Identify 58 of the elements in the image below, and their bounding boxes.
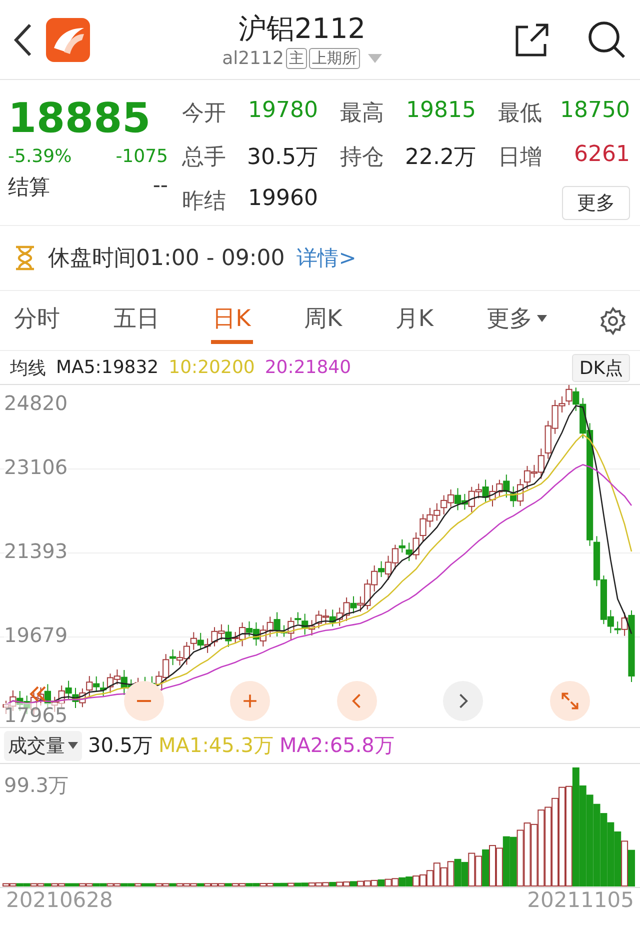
settle-label: 结算	[8, 174, 50, 201]
change-amount: -1075	[116, 146, 168, 167]
details-link[interactable]: 详情>	[296, 244, 356, 272]
back-icon[interactable]	[12, 22, 34, 56]
stat-value: 19815	[406, 98, 476, 125]
end-date: 20211105	[527, 888, 634, 912]
caret-icon	[68, 742, 78, 750]
period-tab[interactable]: 五日	[111, 297, 162, 344]
stat-value: 19780	[248, 98, 318, 125]
scroll-left-button[interactable]	[337, 681, 377, 721]
stat-value: 18750	[560, 98, 630, 125]
stat-value: 30.5万	[247, 144, 318, 172]
volume-ma-value: MA2:65.8万	[279, 732, 394, 759]
volume-ma-value: MA1:45.3万	[158, 732, 274, 759]
start-date: 20210628	[6, 888, 113, 912]
ma-value: MA5:19832	[56, 357, 159, 378]
period-tab[interactable]: 分时	[12, 297, 62, 344]
exchange-tag: 主	[286, 48, 307, 69]
hourglass-icon	[14, 245, 36, 271]
dk-button[interactable]: DK点	[572, 354, 630, 382]
period-tab[interactable]: 月K	[393, 297, 436, 344]
stat-label: 昨结	[182, 188, 226, 216]
stat-label: 最高	[340, 100, 384, 128]
break-time-text: 休盘时间01:00 - 09:00	[48, 245, 285, 273]
volume-value: 30.5万	[88, 732, 153, 759]
expand-icon	[559, 690, 581, 712]
stat-value: 6261	[574, 142, 630, 169]
stat-value: 22.2万	[405, 144, 476, 172]
contract-code: al2112	[222, 48, 284, 69]
ma-value: 10:20200	[168, 357, 255, 378]
ma-value: 20:21840	[264, 357, 352, 378]
stat-value: 19960	[248, 186, 318, 213]
app-logo-icon	[46, 18, 90, 62]
double-chevron-icon[interactable]	[28, 685, 48, 703]
indicator-selector[interactable]: 成交量	[4, 730, 82, 760]
stat-label: 日增	[498, 144, 542, 172]
more-button[interactable]: 更多	[562, 186, 630, 220]
ma-label: 均线	[10, 356, 46, 380]
settings-icon[interactable]	[598, 306, 628, 336]
stat-label: 总手	[182, 144, 226, 172]
period-tab[interactable]: 周K	[302, 297, 344, 344]
settle-value: --	[152, 173, 168, 199]
stat-label: 今开	[182, 100, 226, 128]
scroll-right-button[interactable]	[443, 681, 483, 721]
period-tab[interactable]: 日K	[210, 297, 253, 344]
last-price: 18885	[8, 93, 151, 144]
fullscreen-button[interactable]	[550, 681, 590, 721]
exchange-tag: 上期所	[308, 48, 360, 69]
stat-label: 持仓	[340, 144, 384, 172]
zoom-out-button[interactable]	[124, 681, 164, 721]
caret-icon	[536, 314, 547, 322]
share-icon[interactable]	[514, 22, 550, 58]
zoom-in-button[interactable]	[230, 681, 270, 721]
period-tab[interactable]: 更多	[484, 297, 549, 344]
change-percent: -5.39%	[8, 146, 72, 167]
contract-title: 沪铝2112	[238, 11, 366, 47]
stat-label: 最低	[498, 100, 542, 128]
minus-icon	[136, 699, 152, 703]
